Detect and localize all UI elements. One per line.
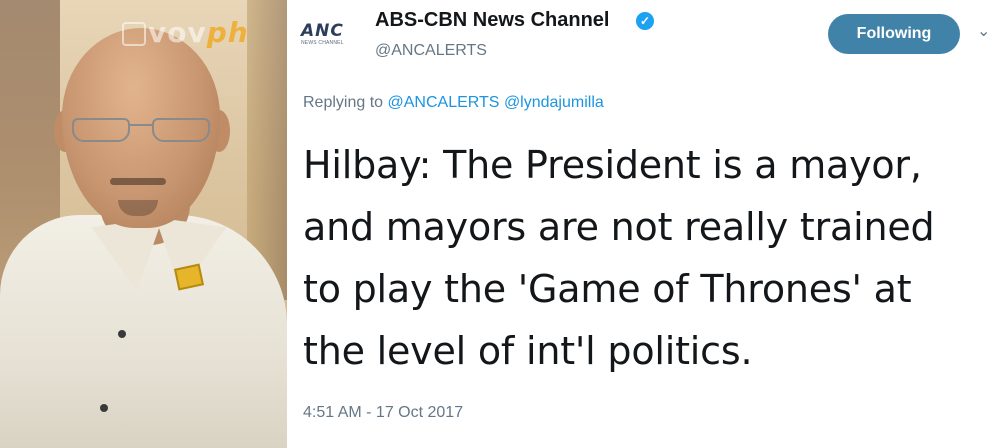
chevron-down-icon[interactable]: ⌄ bbox=[977, 24, 991, 40]
tweet-timestamp[interactable]: 4:51 AM - 17 Oct 2017 bbox=[303, 404, 463, 422]
account-handle[interactable]: @ANCALERTS bbox=[375, 42, 487, 60]
logo-mark: ANC bbox=[301, 21, 344, 41]
logo-subtitle: NEWS CHANNEL bbox=[301, 40, 344, 46]
mention-link[interactable]: @lyndajumilla bbox=[504, 94, 604, 111]
watermark-text: vov bbox=[148, 16, 207, 49]
glasses-bridge bbox=[129, 124, 153, 126]
tweet-text-line: and mayors are not really trained bbox=[303, 205, 935, 249]
lens-right bbox=[152, 118, 210, 142]
shirt-button bbox=[118, 330, 126, 338]
watermark-icon bbox=[122, 22, 146, 46]
replying-to-label: Replying to bbox=[303, 94, 384, 111]
mustache bbox=[110, 178, 166, 185]
watermark: vovph bbox=[148, 16, 249, 49]
tweet-text: Hilbay: The President is a mayor, and ma… bbox=[303, 134, 993, 382]
verified-check-icon: ✓ bbox=[636, 12, 654, 30]
mention-link[interactable]: @ANCALERTS bbox=[388, 94, 500, 111]
shirt-button bbox=[100, 404, 108, 412]
replying-to: Replying to @ANCALERTS @lyndajumilla bbox=[303, 94, 604, 112]
anc-logo[interactable]: ANC NEWS CHANNEL bbox=[301, 22, 353, 48]
tweet-text-line: Hilbay: The President is a mayor, bbox=[303, 143, 922, 187]
tweet-text-line: the level of int'l politics. bbox=[303, 329, 753, 373]
account-name[interactable]: ABS-CBN News Channel bbox=[375, 9, 609, 32]
lens-left bbox=[72, 118, 130, 142]
following-button[interactable]: Following bbox=[828, 14, 960, 54]
profile-photo: vovph bbox=[0, 0, 287, 448]
tweet-text-line: to play the 'Game of Thrones' at bbox=[303, 267, 912, 311]
tweet-card: ANC NEWS CHANNEL ABS-CBN News Channel ✓ … bbox=[287, 0, 1000, 448]
watermark-suffix: ph bbox=[206, 16, 249, 49]
glasses bbox=[72, 118, 212, 144]
